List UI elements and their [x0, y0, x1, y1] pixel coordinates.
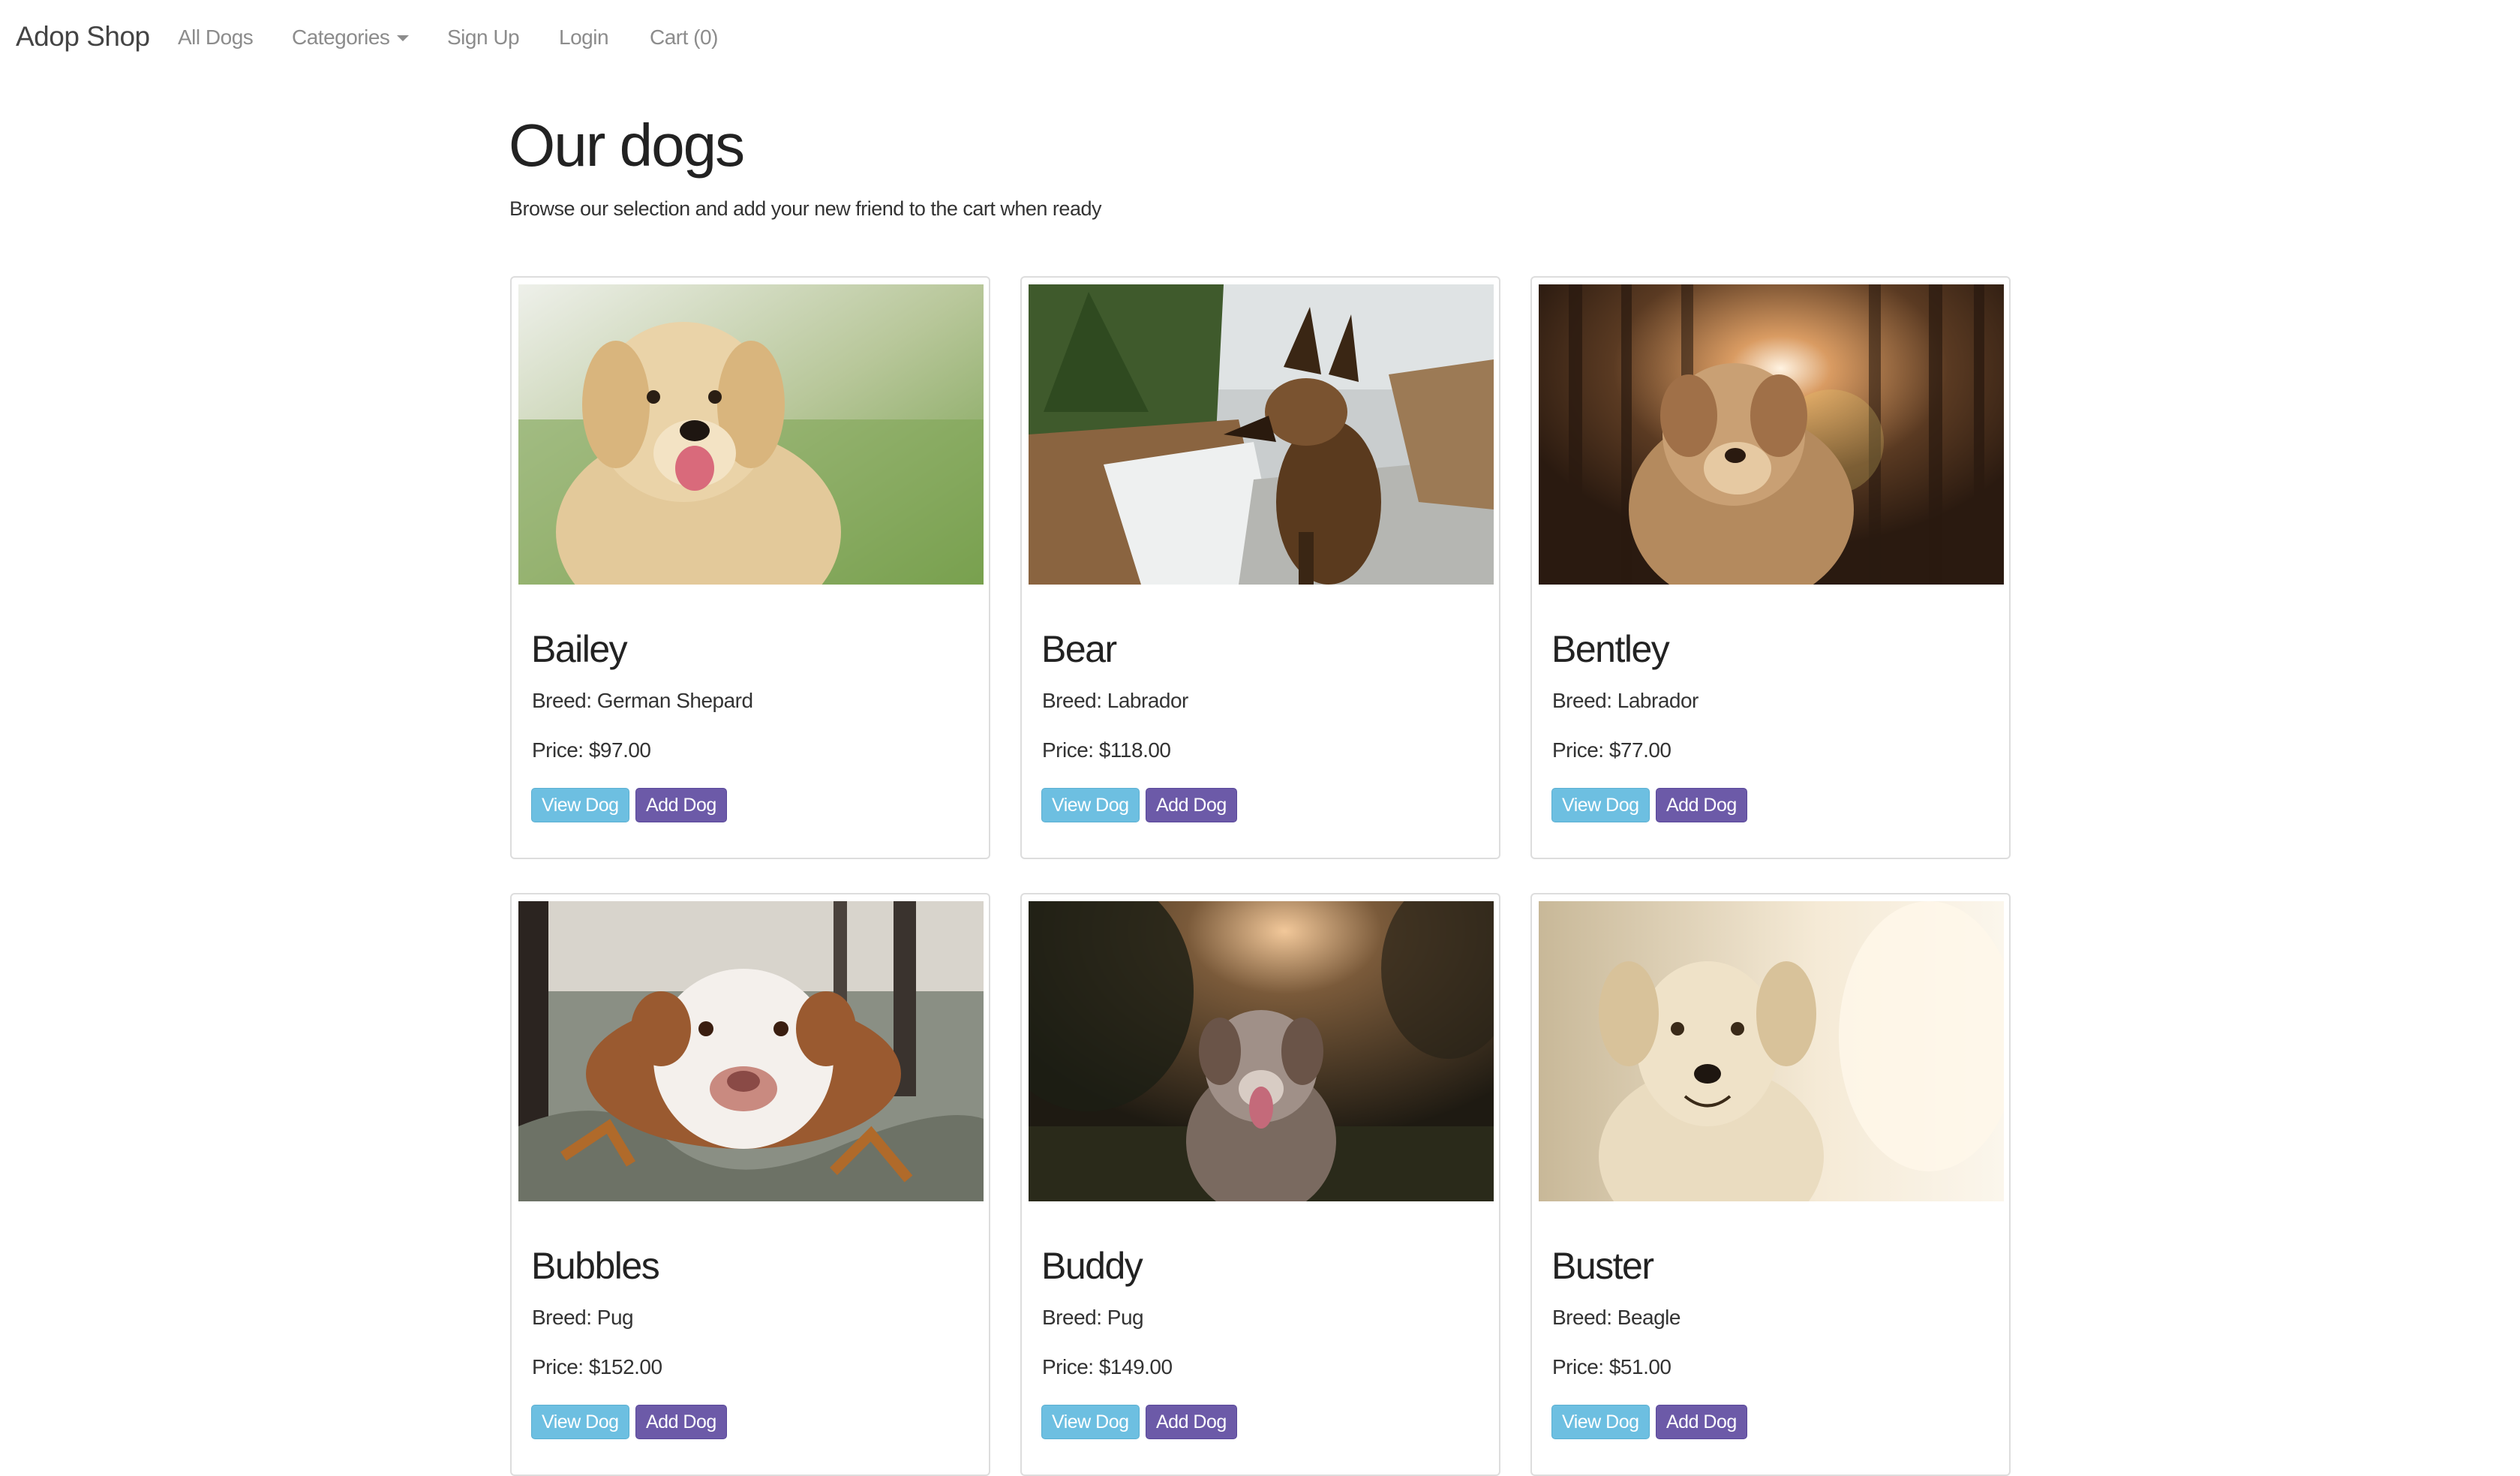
dog-breed: Breed: Pug [1042, 1306, 1144, 1329]
add-dog-button[interactable]: Add Dog [1146, 1405, 1237, 1439]
dog-name: Bentley [1551, 628, 1670, 670]
page-title: Our dogs [509, 112, 745, 179]
dog-name: Bear [1041, 628, 1117, 670]
dog-breed: Breed: German Shepard [532, 689, 753, 712]
view-dog-button[interactable]: View Dog [531, 788, 629, 822]
dog-card: Bubbles Breed: Pug Price: $152.00 View D… [510, 893, 990, 1476]
dog-card: Bear Breed: Labrador Price: $118.00 View… [1020, 276, 1500, 859]
nav-categories-dropdown[interactable]: Categories [292, 26, 410, 50]
dog-breed: Breed: Pug [532, 1306, 634, 1329]
dog-photo [1539, 901, 2004, 1201]
add-dog-button[interactable]: Add Dog [635, 1405, 727, 1439]
dog-breed: Breed: Beagle [1552, 1306, 1681, 1329]
dog-photo [518, 901, 984, 1201]
dog-name: Buddy [1041, 1245, 1143, 1287]
dog-price: Price: $77.00 [1552, 738, 1671, 762]
dog-photo [1539, 284, 2004, 585]
dog-photo [1029, 901, 1494, 1201]
dog-price: Price: $97.00 [532, 738, 651, 762]
dog-price: Price: $51.00 [1552, 1355, 1671, 1378]
page-subtitle: Browse our selection and add your new fr… [509, 197, 1101, 220]
dog-photo [518, 284, 984, 585]
view-dog-button[interactable]: View Dog [1551, 788, 1650, 822]
navbar: Adop Shop All Dogs Categories Sign Up Lo… [0, 0, 2520, 78]
view-dog-button[interactable]: View Dog [1041, 1405, 1140, 1439]
nav-all-dogs[interactable]: All Dogs [178, 26, 254, 50]
dog-price: Price: $149.00 [1042, 1355, 1173, 1378]
dog-card: Buddy Breed: Pug Price: $149.00 View Dog… [1020, 893, 1500, 1476]
brand-link[interactable]: Adop Shop [16, 21, 150, 53]
dog-card: Buster Breed: Beagle Price: $51.00 View … [1530, 893, 2011, 1476]
add-dog-button[interactable]: Add Dog [635, 788, 727, 822]
nav-categories-label: Categories [292, 26, 390, 49]
dog-price: Price: $152.00 [532, 1355, 662, 1378]
dog-breed: Breed: Labrador [1552, 689, 1699, 712]
view-dog-button[interactable]: View Dog [1041, 788, 1140, 822]
dog-card: Bailey Breed: German Shepard Price: $97.… [510, 276, 990, 859]
nav-cart[interactable]: Cart (0) [650, 26, 718, 50]
dog-card: Bentley Breed: Labrador Price: $77.00 Vi… [1530, 276, 2011, 859]
add-dog-button[interactable]: Add Dog [1146, 788, 1237, 822]
nav-sign-up[interactable]: Sign Up [447, 26, 520, 50]
dog-breed: Breed: Labrador [1042, 689, 1188, 712]
dog-photo [1029, 284, 1494, 585]
dog-name: Bailey [531, 628, 628, 670]
dog-name: Buster [1551, 1245, 1654, 1287]
dog-name: Bubbles [531, 1245, 660, 1287]
nav-login[interactable]: Login [559, 26, 609, 50]
add-dog-button[interactable]: Add Dog [1656, 788, 1747, 822]
caret-down-icon [397, 35, 410, 41]
add-dog-button[interactable]: Add Dog [1656, 1405, 1747, 1439]
view-dog-button[interactable]: View Dog [1551, 1405, 1650, 1439]
dog-price: Price: $118.00 [1042, 738, 1171, 762]
view-dog-button[interactable]: View Dog [531, 1405, 629, 1439]
